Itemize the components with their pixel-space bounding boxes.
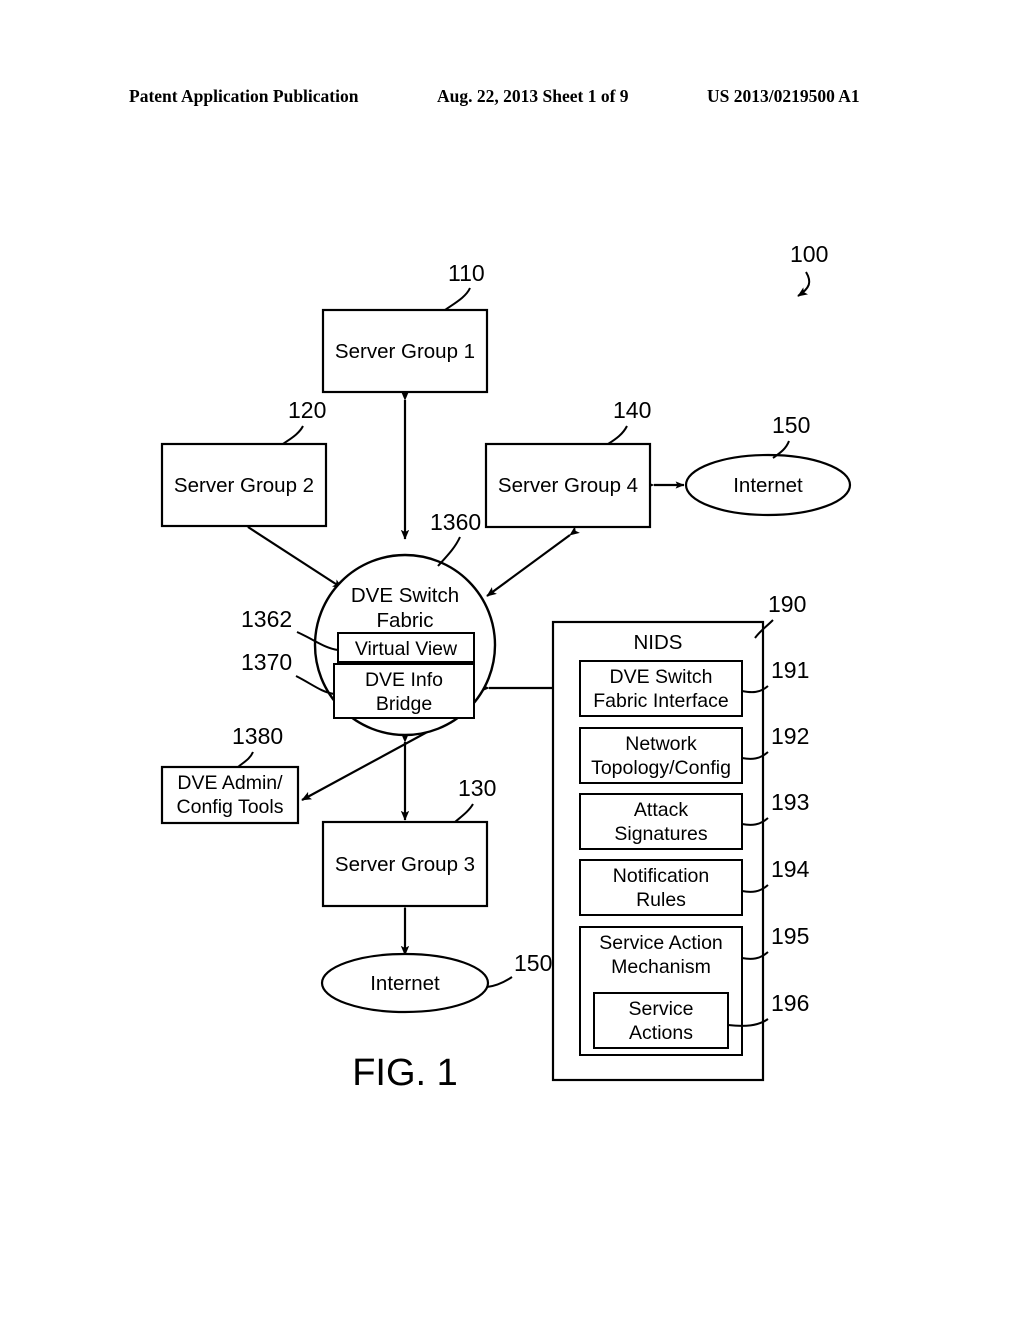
node-virtual-view: Virtual View <box>337 632 475 663</box>
dve-admin-config-tools-label-line2: Config Tools <box>177 796 284 818</box>
node-internet-top: Internet <box>684 453 852 517</box>
ref-number-1362: 1362 <box>241 606 292 632</box>
node-nids-service-actions: Service Actions <box>593 992 729 1049</box>
server-group-2-label: Server Group 2 <box>174 474 314 497</box>
ref-number-196: 196 <box>771 990 809 1016</box>
nids-component-3-line2: Rules <box>636 889 686 911</box>
dve-switch-fabric-label-line1: DVE Switch <box>351 584 459 607</box>
node-nids-network-topology-config: Network Topology/Config <box>579 727 743 784</box>
nids-title: NIDS <box>634 631 683 654</box>
connector-sg2-fabric <box>237 518 343 589</box>
ref-number-195: 195 <box>771 923 809 949</box>
nids-component-0-line2: Fabric Interface <box>593 690 728 712</box>
ref-leader-100: 100 <box>790 241 828 297</box>
server-group-3-label: Server Group 3 <box>335 853 475 876</box>
node-nids-attack-signatures: Attack Signatures <box>579 793 743 850</box>
figure-1-diagram: Server Group 1 Server Group 2 Server Gro… <box>160 241 852 1094</box>
nids-component-1-line1: Network <box>625 733 697 755</box>
ref-leader-140: 140 <box>607 397 651 445</box>
ref-number-190: 190 <box>768 591 806 617</box>
patent-figure-page: Patent Application Publication Aug. 22, … <box>0 0 1024 1320</box>
ref-number-1360: 1360 <box>430 509 481 535</box>
dve-admin-config-tools-label-line1: DVE Admin/ <box>177 772 283 794</box>
nids-component-1-line2: Topology/Config <box>591 757 731 779</box>
connector-fabric-admin-tools <box>301 715 453 801</box>
nids-component-3-line1: Notification <box>613 865 709 887</box>
ref-leader-1360: 1360 <box>430 509 481 567</box>
nids-component-4-line1: Service Action <box>599 932 723 954</box>
nids-component-0-line1: DVE Switch <box>610 666 713 688</box>
node-server-group-2: Server Group 2 <box>160 442 328 528</box>
node-server-group-4: Server Group 4 <box>484 442 652 529</box>
ref-leader-110: 110 <box>444 260 485 311</box>
node-dve-info-bridge: DVE Info Bridge <box>333 663 475 719</box>
ref-leader-1380: 1380 <box>232 723 283 768</box>
ref-leader-120: 120 <box>282 397 326 445</box>
dve-info-bridge-label-line2: Bridge <box>376 693 432 715</box>
nids-component-2-line2: Signatures <box>614 823 707 845</box>
dve-switch-fabric-label-line2: Fabric <box>377 609 434 632</box>
ref-number-110: 110 <box>448 260 485 286</box>
ref-number-100: 100 <box>790 241 828 267</box>
virtual-view-label: Virtual View <box>355 638 458 660</box>
ref-leader-130: 130 <box>454 775 496 823</box>
node-nids-notification-rules: Notification Rules <box>579 859 743 916</box>
ref-number-130: 130 <box>458 775 496 801</box>
service-actions-line2: Actions <box>629 1022 693 1044</box>
node-server-group-3: Server Group 3 <box>321 820 489 908</box>
node-nids-dve-switch-fabric-interface: DVE Switch Fabric Interface <box>579 660 743 717</box>
ref-number-194: 194 <box>771 856 810 882</box>
node-nids-panel: NIDS DVE Switch Fabric Interface Network… <box>551 620 765 1082</box>
connector-sg4-fabric <box>486 526 580 597</box>
ref-number-192: 192 <box>771 723 809 749</box>
nids-component-2-line1: Attack <box>634 799 688 821</box>
node-dve-admin-config-tools: DVE Admin/ Config Tools <box>160 765 300 825</box>
ref-number-150-bottom: 150 <box>514 950 552 976</box>
node-internet-bottom: Internet <box>320 952 490 1014</box>
ref-leader-150-bottom: 150 <box>486 950 552 988</box>
node-nids-service-action-mechanism: Service Action Mechanism Service Actions <box>579 926 743 1056</box>
ref-leader-150-top: 150 <box>772 412 810 459</box>
node-dve-switch-fabric: DVE Switch Fabric Virtual View DVE Info … <box>313 553 497 737</box>
figure-caption: FIG. 1 <box>352 1052 458 1094</box>
ref-number-120: 120 <box>288 397 326 423</box>
ref-number-1370: 1370 <box>241 649 292 675</box>
server-group-4-label: Server Group 4 <box>498 474 638 497</box>
internet-bottom-label: Internet <box>370 972 440 995</box>
node-server-group-1: Server Group 1 <box>321 308 489 394</box>
ref-number-140: 140 <box>613 397 651 423</box>
dve-info-bridge-label-line1: DVE Info <box>365 669 443 691</box>
service-actions-line1: Service <box>628 998 693 1020</box>
ref-number-191: 191 <box>771 657 809 683</box>
server-group-1-label: Server Group 1 <box>335 340 475 363</box>
internet-top-label: Internet <box>733 474 803 497</box>
ref-number-1380: 1380 <box>232 723 283 749</box>
nids-component-4-line2: Mechanism <box>611 956 711 978</box>
ref-number-193: 193 <box>771 789 809 815</box>
ref-number-150-top: 150 <box>772 412 810 438</box>
